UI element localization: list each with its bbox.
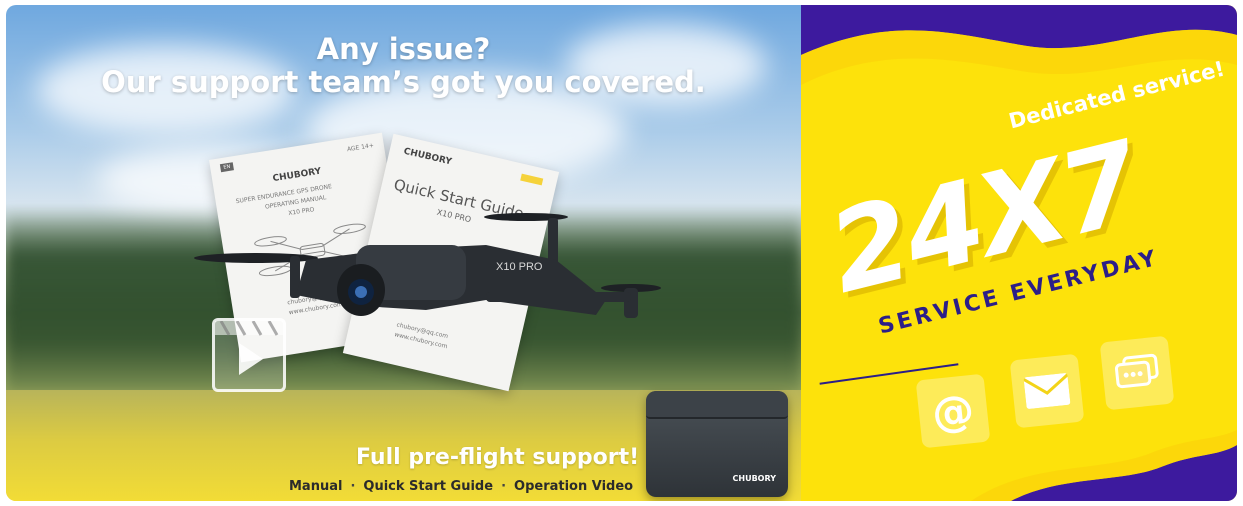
- bag-lid: [646, 391, 788, 419]
- guide-tag: [520, 173, 544, 186]
- manual-age: AGE 14+: [346, 142, 375, 154]
- envelope-shape-icon: [1023, 373, 1071, 409]
- headline: Any issue? Our support team’s got you co…: [6, 33, 801, 99]
- operation-video-link: Operation Video: [514, 479, 634, 494]
- at-glyph: @: [929, 384, 977, 438]
- guide-brand: CHUBORY: [402, 146, 453, 168]
- drone-model-label: X10 PRO: [496, 261, 543, 273]
- manual-brand: CHUBORY: [272, 166, 322, 185]
- drone-image: X10 PRO: [194, 213, 661, 318]
- manual-badge: EN: [219, 162, 234, 173]
- support-banner: Any issue? Our support team’s got you co…: [6, 5, 1237, 501]
- at-sign-icon: @: [915, 373, 991, 449]
- support-title: Full pre-flight support!: [356, 445, 640, 470]
- right-panel: Dedicated service! 24X7 SERVICE EVERYDAY…: [801, 5, 1237, 501]
- headline-line2: Our support team’s got you covered.: [101, 65, 706, 99]
- separator: ·: [350, 479, 356, 494]
- chat-bubble-icon: [1099, 335, 1175, 411]
- bag-brand: CHUBORY: [732, 474, 776, 483]
- manual-link: Manual: [289, 479, 343, 494]
- chat-shape-icon: [1114, 353, 1159, 389]
- support-links: Manual · Quick Start Guide · Operation V…: [289, 479, 633, 494]
- separator: ·: [501, 479, 507, 494]
- quick-start-link: Quick Start Guide: [363, 479, 494, 494]
- headline-line1: Any issue?: [316, 32, 491, 66]
- envelope-icon: [1009, 353, 1085, 429]
- carry-bag: CHUBORY: [646, 391, 788, 497]
- left-panel: Any issue? Our support team’s got you co…: [6, 5, 801, 501]
